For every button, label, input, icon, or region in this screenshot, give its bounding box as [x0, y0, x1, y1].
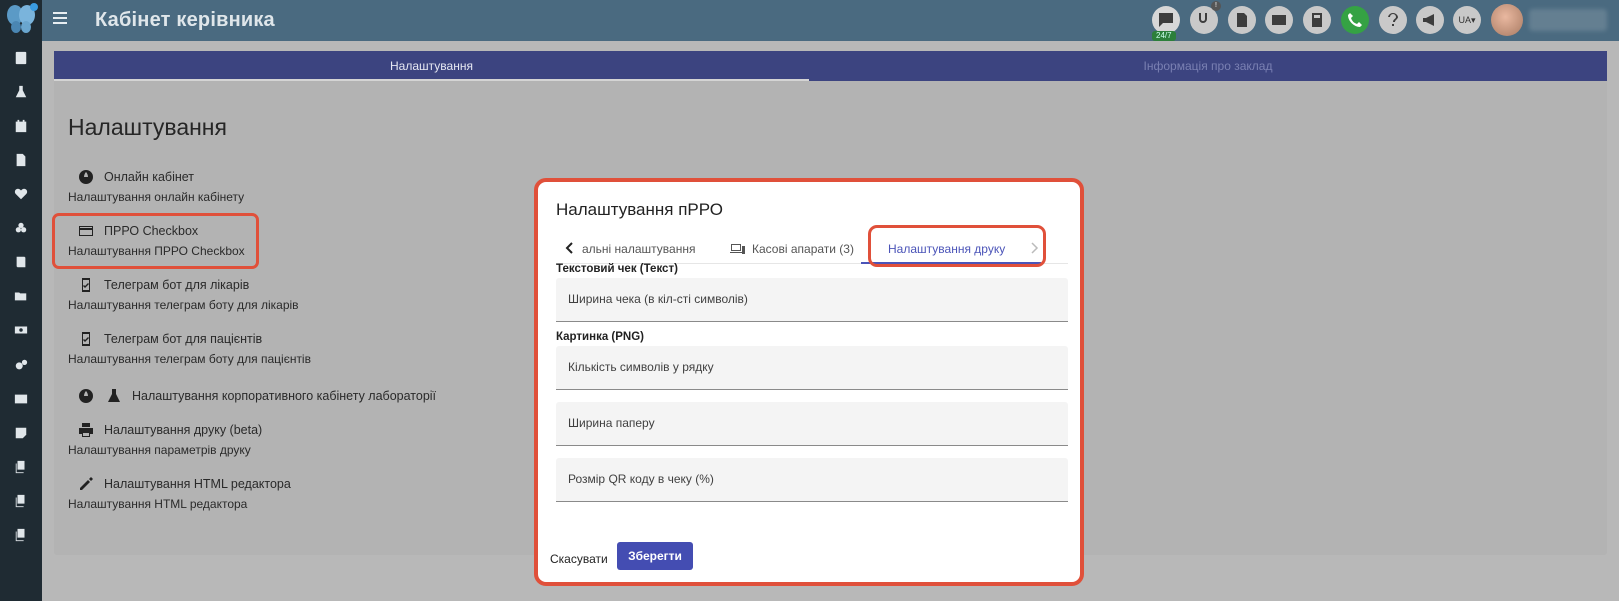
- cash-icon[interactable]: [11, 320, 31, 340]
- settings-item-online-cabinet[interactable]: Онлайн кабінет Налаштування онлайн кабін…: [68, 166, 244, 204]
- heart-pulse-icon[interactable]: [11, 184, 31, 204]
- calendar-icon[interactable]: [11, 116, 31, 136]
- phone-check-icon: [76, 275, 96, 295]
- page-title: Налаштування: [68, 114, 227, 140]
- help-icon: [1388, 12, 1398, 26]
- field-label: Кількість символів у рядку: [568, 360, 714, 374]
- field-label: Ширина паперу: [568, 416, 655, 430]
- receipt-width-field[interactable]: Ширина чека (в кіл-сті символів): [556, 278, 1068, 322]
- settings-item-label: Налаштування друку (beta): [104, 423, 263, 437]
- tab-settings[interactable]: Налаштування: [54, 51, 809, 81]
- save-button[interactable]: Зберегти: [617, 542, 693, 570]
- page-tabs: Налаштування Інформація про заклад: [54, 51, 1607, 81]
- settings-item-description: Налаштування телеграм боту для лікарів: [68, 298, 299, 312]
- devices-icon: [730, 242, 746, 256]
- printer-icon: [76, 420, 96, 440]
- settings-item-print[interactable]: Налаштування друку (beta) Налаштування п…: [68, 419, 262, 457]
- settings-item-label: Телеграм бот для лікарів: [104, 278, 250, 292]
- section-text-receipt: Текстовий чек (Текст): [556, 263, 678, 275]
- patient-card-icon[interactable]: [11, 48, 31, 68]
- copy-docs-icon-2[interactable]: [11, 491, 31, 511]
- settings-gears-icon[interactable]: [11, 355, 31, 375]
- globe-icon: [76, 167, 96, 187]
- list-card-icon[interactable]: [11, 389, 31, 409]
- notification-badge: !: [1211, 1, 1221, 11]
- highlight-prro-checkbox: [52, 213, 259, 269]
- settings-item-description: Налаштування онлайн кабінету: [68, 190, 245, 204]
- settings-item-label: Онлайн кабінет: [104, 170, 195, 184]
- document-icon[interactable]: [11, 150, 31, 170]
- payment-card-button[interactable]: [1265, 6, 1293, 34]
- user-name-blurred[interactable]: [1529, 9, 1607, 31]
- settings-item-telegram-patients[interactable]: Телеграм бот для пацієнтів Налаштування …: [68, 328, 311, 366]
- cancel-button[interactable]: Скасувати: [548, 548, 610, 570]
- note-icon[interactable]: [11, 423, 31, 443]
- settings-item-lab-corporate[interactable]: Налаштування корпоративного кабінету лаб…: [68, 385, 436, 407]
- tab-institution-info[interactable]: Інформація про заклад: [809, 51, 1607, 81]
- lab-flask-icon[interactable]: [11, 82, 31, 102]
- settings-item-html-editor[interactable]: Налаштування HTML редактора Налаштування…: [68, 473, 291, 511]
- tab-general-settings[interactable]: альні налаштування: [582, 234, 695, 264]
- stethoscope-icon: [1199, 13, 1207, 23]
- dialog-title: Налаштування пРРО: [556, 200, 723, 219]
- section-image-png: Картинка (PNG): [556, 331, 645, 343]
- left-sidebar: [0, 0, 42, 601]
- language-label: UA: [1458, 15, 1471, 25]
- phone-check-icon: [76, 329, 96, 349]
- settings-item-description: Налаштування параметрів друку: [68, 443, 251, 457]
- globe-icon: [76, 386, 96, 406]
- settings-item-description: Налаштування телеграм боту для пацієнтів: [68, 352, 311, 366]
- support-hours-badge: 24/7: [1152, 31, 1176, 41]
- pdf-icon: [1237, 13, 1247, 27]
- chars-per-line-field[interactable]: Кількість символів у рядку: [556, 346, 1068, 390]
- phone-icon: [1348, 13, 1362, 27]
- language-selector[interactable]: UA ▾: [1453, 6, 1481, 34]
- app-logo[interactable]: [4, 2, 38, 36]
- settings-item-description: Налаштування HTML редактора: [68, 497, 248, 511]
- phone-button[interactable]: [1341, 6, 1369, 34]
- chat-icon: [1159, 13, 1173, 27]
- paper-width-field[interactable]: Ширина паперу: [556, 402, 1068, 446]
- menu-hamburger-icon[interactable]: [53, 12, 67, 28]
- folder-open-icon[interactable]: [11, 286, 31, 306]
- book-icon[interactable]: [11, 252, 31, 272]
- pdf-button[interactable]: [1228, 6, 1256, 34]
- settings-item-telegram-doctors[interactable]: Телеграм бот для лікарів Налаштування те…: [68, 274, 299, 312]
- settings-item-label: Налаштування HTML редактора: [104, 477, 291, 491]
- prro-settings-dialog: Налаштування пРРО альні налаштування Кас…: [534, 178, 1084, 586]
- announcements-button[interactable]: [1416, 6, 1444, 34]
- calculator-icon: [1312, 13, 1322, 27]
- settings-item-label: Телеграм бот для пацієнтів: [104, 332, 263, 346]
- calculator-button[interactable]: [1303, 6, 1331, 34]
- help-button[interactable]: [1379, 6, 1407, 34]
- field-label: Ширина чека (в кіл-сті символів): [568, 292, 748, 306]
- copy-docs-icon[interactable]: [11, 457, 31, 477]
- tab-cash-registers[interactable]: Касові апарати (3): [752, 234, 854, 264]
- group-icon[interactable]: [11, 218, 31, 238]
- pencil-icon: [76, 474, 96, 494]
- settings-item-label: Налаштування корпоративного кабінету лаб…: [132, 389, 437, 403]
- flask-icon: [104, 386, 124, 406]
- megaphone-icon: [1423, 14, 1434, 26]
- support-chat-button[interactable]: [1152, 6, 1180, 34]
- highlight-print-tab: [868, 225, 1046, 267]
- tabs-scroll-left-icon[interactable]: [562, 240, 578, 258]
- copy-docs-icon-3[interactable]: [11, 525, 31, 545]
- avatar[interactable]: [1491, 4, 1523, 36]
- field-label: Розмір QR коду в чеку (%): [568, 472, 714, 486]
- credit-card-icon: [1272, 15, 1286, 25]
- app-title: Кабінет керівника: [95, 9, 275, 31]
- qr-size-field[interactable]: Розмір QR коду в чеку (%): [556, 458, 1068, 502]
